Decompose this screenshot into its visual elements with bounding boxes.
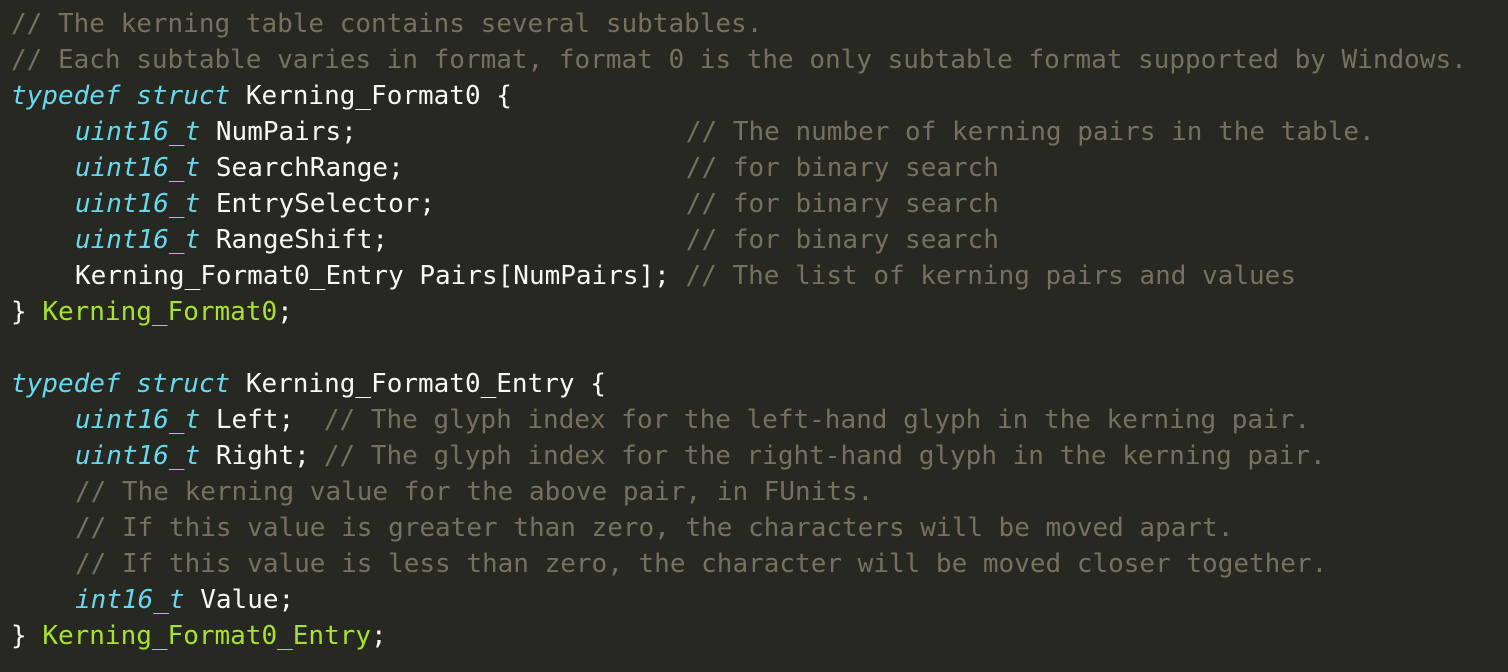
semicolon: ; — [277, 297, 293, 327]
field-name: NumPairs; — [215, 117, 357, 147]
close-brace: } — [11, 621, 27, 651]
type-name: uint16_t — [75, 153, 201, 183]
field-name: SearchRange; — [215, 153, 404, 183]
code-line-16: // If this value is less than zero, the … — [0, 546, 1508, 582]
comment: // The glyph index for the left-hand gly… — [323, 405, 1311, 435]
keyword-struct: struct — [136, 369, 231, 399]
type-name: uint16_t — [75, 405, 201, 435]
field-name: RangeShift; — [215, 225, 389, 255]
field-declaration: Kerning_Format0_Entry Pairs[NumPairs]; — [75, 261, 670, 291]
close-brace: } — [11, 297, 27, 327]
code-line-17: int16_t Value; — [0, 582, 1508, 618]
field-name: Value; — [200, 585, 295, 615]
field-name: Right; — [215, 441, 310, 471]
code-line-13: uint16_t Right; // The glyph index for th… — [0, 438, 1508, 474]
code-line-5: uint16_t SearchRange; // for binary searc… — [0, 150, 1508, 186]
struct-alias: Kerning_Format0 — [42, 297, 278, 327]
type-name: uint16_t — [75, 225, 201, 255]
field-name: EntrySelector; — [215, 189, 436, 219]
code-line-11: typedef struct Kerning_Format0_Entry { — [0, 366, 1508, 402]
comment: // The glyph index for the right-hand gl… — [323, 441, 1326, 471]
comment: // If this value is less than zero, the … — [75, 549, 1328, 579]
comment: // The kerning value for the above pair,… — [75, 477, 874, 507]
code-line-3: typedef struct Kerning_Format0 { — [0, 78, 1508, 114]
keyword-struct: struct — [136, 81, 231, 111]
keyword-typedef: typedef — [11, 81, 121, 111]
comment: // for binary search — [685, 225, 999, 255]
field-name: Left; — [215, 405, 295, 435]
struct-name: Kerning_Format0 — [245, 81, 481, 111]
code-line-18: } Kerning_Format0_Entry; — [0, 618, 1508, 654]
code-line-6: uint16_t EntrySelector; // for binary sea… — [0, 186, 1508, 222]
comment: // The kerning table contains several su… — [11, 9, 763, 39]
struct-name: Kerning_Format0_Entry — [245, 369, 575, 399]
comment: // If this value is greater than zero, t… — [75, 513, 1234, 543]
comment: // for binary search — [685, 153, 999, 183]
type-name: uint16_t — [75, 189, 201, 219]
type-name: uint16_t — [75, 441, 201, 471]
comment: // for binary search — [685, 189, 999, 219]
comment: // The number of kerning pairs in the ta… — [685, 117, 1375, 147]
open-brace: { — [496, 81, 512, 111]
comment: // Each subtable varies in format, forma… — [11, 45, 1467, 75]
type-name: int16_t — [75, 585, 185, 615]
code-editor[interactable]: // The kerning table contains several su… — [0, 0, 1508, 672]
code-line-15: // If this value is greater than zero, t… — [0, 510, 1508, 546]
semicolon: ; — [371, 621, 387, 651]
code-line-7: uint16_t RangeShift; // for binary search — [0, 222, 1508, 258]
code-line-1: // The kerning table contains several su… — [0, 6, 1508, 42]
code-line-4: uint16_t NumPairs; // The number of kerni… — [0, 114, 1508, 150]
comment: // The list of kerning pairs and values — [685, 261, 1296, 291]
open-brace: { — [590, 369, 606, 399]
struct-alias: Kerning_Format0_Entry — [42, 621, 372, 651]
code-line-12: uint16_t Left; // The glyph index for the… — [0, 402, 1508, 438]
code-line-14: // The kerning value for the above pair,… — [0, 474, 1508, 510]
code-line-2: // Each subtable varies in format, forma… — [0, 42, 1508, 78]
type-name: uint16_t — [75, 117, 201, 147]
code-line-9: } Kerning_Format0; — [0, 294, 1508, 330]
code-line-8: Kerning_Format0_Entry Pairs[NumPairs]; /… — [0, 258, 1508, 294]
keyword-typedef: typedef — [11, 369, 121, 399]
